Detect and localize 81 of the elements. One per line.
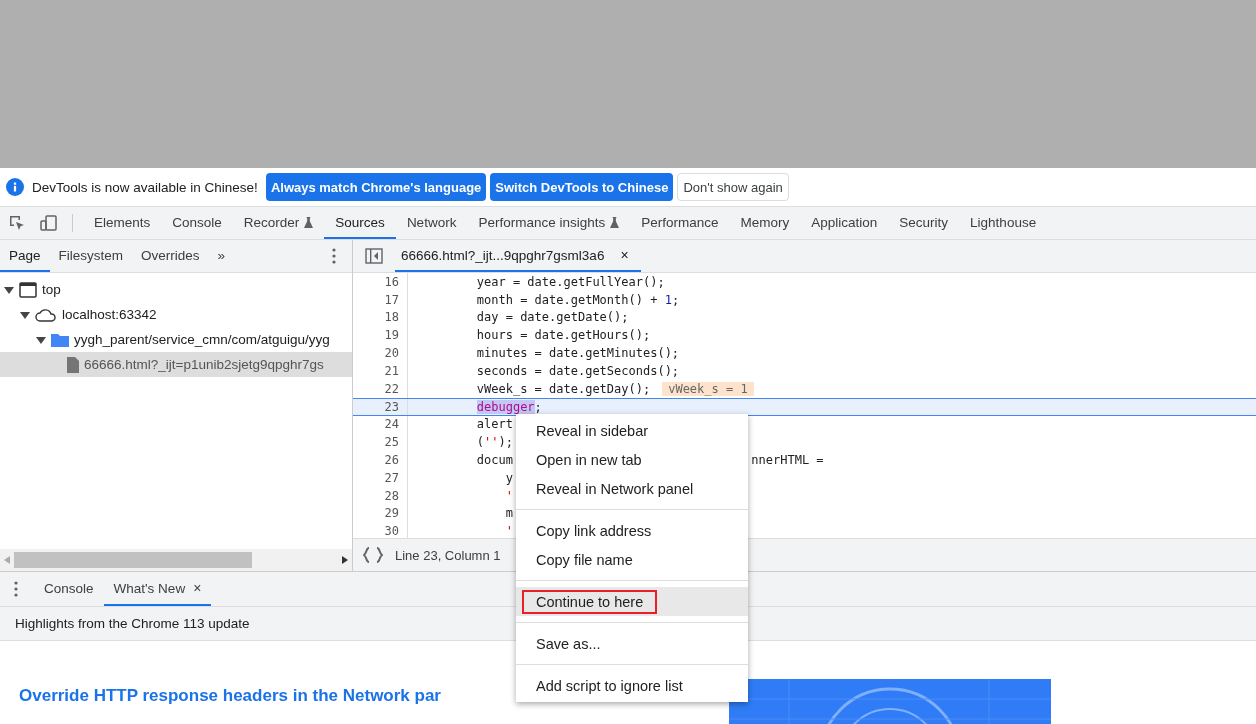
more-tabs-button[interactable]: »	[208, 240, 235, 272]
panel-tab[interactable]: Application	[800, 207, 889, 239]
menu-item[interactable]: Reveal in Network panel	[516, 474, 748, 503]
panel-tab[interactable]: Memory	[729, 207, 801, 239]
code-line: hours = date.getHours();	[475, 328, 651, 343]
navigator-tab[interactable]: Filesystem	[49, 240, 133, 272]
panel-tab[interactable]: Console	[161, 207, 233, 239]
menu-item[interactable]: Open in new tab	[516, 445, 748, 474]
panel-tab[interactable]: Network	[395, 207, 468, 239]
info-icon	[6, 178, 24, 196]
code-line: nnerHTML =	[751, 453, 824, 468]
horizontal-scrollbar[interactable]	[0, 549, 352, 571]
scroll-right-icon[interactable]	[342, 556, 348, 564]
code-line: day = date.getDate();	[475, 310, 629, 325]
panel-tab[interactable]: Recorder	[232, 207, 325, 239]
line-number: 24	[353, 415, 408, 434]
cursor-position: Line 23, Column 1	[395, 547, 501, 563]
line-number: 16	[353, 273, 408, 291]
line-number: 26	[353, 451, 408, 469]
line-number: 22	[353, 379, 408, 398]
menu-item[interactable]: Continue to here	[516, 587, 748, 616]
tree-item[interactable]: 66666.html?_ijt=p1unib2sjetg9qpghr7gs	[0, 352, 352, 377]
line-number: 17	[353, 290, 408, 309]
code-line: debugger;	[475, 399, 542, 414]
line-number: 21	[353, 362, 408, 380]
flask-icon	[610, 216, 620, 228]
window-icon	[19, 281, 37, 298]
infobar-button[interactable]: Don't show again	[677, 173, 789, 201]
menu-item[interactable]: Copy link address	[516, 516, 748, 545]
code-line: vWeek_s = date.getDay();	[475, 381, 651, 396]
menu-item[interactable]: Copy file name	[516, 545, 748, 574]
info-message: DevTools is now available in Chinese!	[32, 179, 258, 195]
toggle-sidebar-icon[interactable]	[365, 248, 383, 264]
code-line: month = date.getMonth() + 1;	[475, 292, 680, 307]
panel-tab[interactable]: Performance	[630, 207, 730, 239]
expand-arrow-icon[interactable]	[4, 284, 14, 295]
code-line: '	[504, 524, 513, 538]
line-number: 23	[353, 398, 408, 415]
expand-arrow-icon[interactable]	[20, 309, 30, 320]
line-number: 18	[353, 308, 408, 327]
code-line: minutes = date.getMinutes();	[475, 346, 680, 361]
drawer-tab[interactable]: Console	[34, 572, 104, 606]
infobar-button[interactable]: Always match Chrome's language	[265, 173, 487, 201]
code-line: docum	[475, 453, 513, 468]
line-number: 20	[353, 344, 408, 362]
line-number: 29	[353, 504, 408, 523]
code-line: m	[504, 506, 513, 521]
pretty-print-icon[interactable]	[363, 547, 383, 563]
expand-arrow-icon[interactable]	[36, 334, 46, 345]
code-line: alert	[475, 417, 513, 432]
panel-tab[interactable]: Security	[888, 207, 960, 239]
tree-item[interactable]: top	[0, 277, 352, 302]
menu-item[interactable]: Add script to ignore list	[516, 671, 748, 700]
line-number: 25	[353, 433, 408, 452]
folder-icon	[51, 332, 69, 347]
cloud-icon	[35, 307, 57, 322]
code-line: ('');	[475, 435, 513, 450]
code-line: '	[504, 488, 513, 503]
menu-item[interactable]: Reveal in sidebar	[516, 416, 748, 445]
tree-item[interactable]: yygh_parent/service_cmn/com/atguigu/yyg	[0, 327, 352, 352]
tree-item[interactable]: localhost:63342	[0, 302, 352, 327]
line-number: 19	[353, 326, 408, 345]
device-toolbar-icon[interactable]	[40, 214, 58, 232]
more-options-icon[interactable]	[332, 248, 336, 264]
navigator-tab[interactable]: Overrides	[132, 240, 209, 272]
more-options-icon[interactable]	[14, 581, 18, 597]
line-number: 28	[353, 486, 408, 505]
inline-value: vWeek_s = 1	[662, 381, 754, 396]
close-tab-button[interactable]: ×	[620, 247, 629, 263]
flask-icon	[304, 216, 314, 228]
panel-tab[interactable]: Lighthouse	[959, 207, 1048, 239]
panel-tab[interactable]: Elements	[83, 207, 162, 239]
navigator-tab[interactable]: Page	[0, 240, 50, 272]
file-icon	[67, 356, 79, 373]
line-number: 27	[353, 468, 408, 487]
inspect-icon[interactable]	[8, 214, 26, 232]
infobar-button[interactable]: Switch DevTools to Chinese	[490, 173, 674, 201]
code-line: year = date.getFullYear();	[475, 274, 665, 289]
code-line: y	[504, 470, 513, 485]
code-line: seconds = date.getSeconds();	[475, 363, 680, 378]
panel-tab[interactable]: Performance insights	[467, 207, 631, 239]
